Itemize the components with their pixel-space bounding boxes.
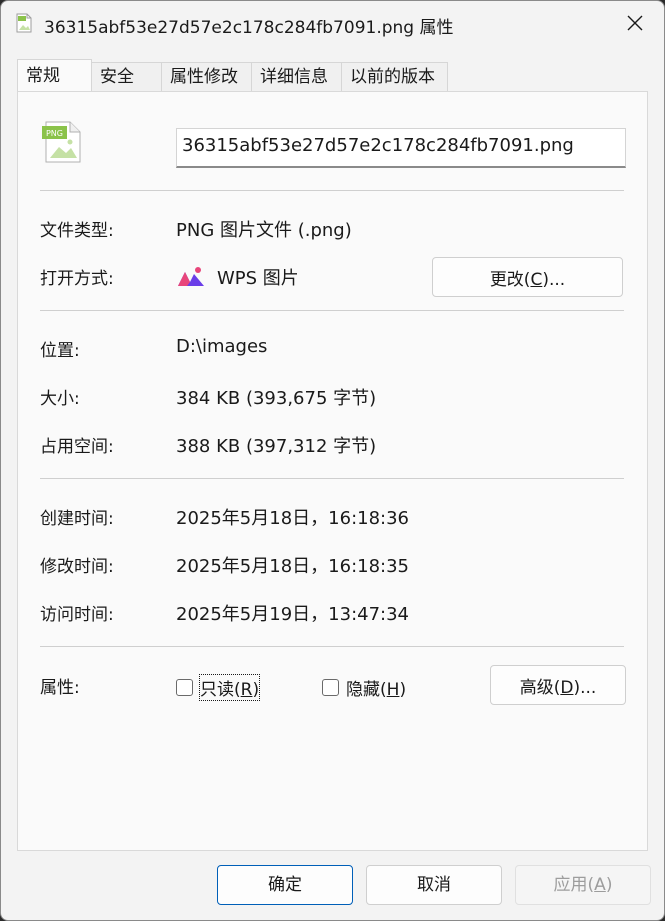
readonly-checkbox-box[interactable]: [176, 679, 193, 696]
modified-value: 2025年5月18日，16:18:35: [176, 556, 410, 577]
png-file-icon: PNG: [42, 121, 81, 163]
tab-details[interactable]: 详细信息: [251, 62, 342, 91]
separator: [40, 310, 624, 311]
created-label: 创建时间:: [40, 509, 114, 529]
open-with-value: WPS 图片: [217, 268, 299, 289]
accessed-label: 访问时间:: [40, 605, 114, 625]
apply-button-suffix: ): [605, 875, 613, 895]
tab-attribute-modify[interactable]: 属性修改: [161, 62, 252, 91]
modified-label: 修改时间:: [40, 557, 114, 577]
cancel-button[interactable]: 取消: [366, 865, 502, 905]
hidden-checkbox-label: 隐藏(H): [346, 675, 406, 700]
window-title: 36315abf53e27d57e2c178c284fb7091.png 属性: [44, 18, 454, 38]
location-value: D:\images: [176, 336, 268, 357]
size-value: 384 KB (393,675 字节): [176, 388, 377, 409]
png-file-icon: [16, 13, 32, 33]
hidden-access-key: H: [386, 680, 400, 700]
readonly-text: 只读(: [200, 680, 241, 700]
file-name-input[interactable]: 36315abf53e27d57e2c178c284fb7091.png: [176, 128, 626, 168]
hidden-suffix: ): [399, 680, 407, 700]
tab-general[interactable]: 常规: [17, 59, 92, 91]
change-access-key: C: [530, 269, 543, 290]
open-with-label: 打开方式:: [40, 269, 114, 289]
file-type-label: 文件类型:: [40, 221, 114, 241]
hidden-checkbox-box[interactable]: [322, 679, 339, 696]
change-button-label: 更改(: [489, 269, 531, 290]
separator: [40, 646, 624, 647]
separator: [40, 478, 624, 479]
title-bar: 36315abf53e27d57e2c178c284fb7091.png 属性: [1, 1, 664, 45]
disk-size-value: 388 KB (397,312 字节): [176, 436, 377, 457]
file-type-value: PNG 图片文件 (.png): [176, 220, 352, 241]
advanced-button-label: 高级(: [519, 677, 561, 698]
size-label: 大小:: [40, 389, 80, 409]
separator: [40, 190, 624, 191]
tab-security[interactable]: 安全: [91, 62, 162, 91]
location-label: 位置:: [40, 341, 80, 361]
apply-button[interactable]: 应用(A): [515, 865, 651, 905]
created-value: 2025年5月18日，16:18:36: [176, 508, 410, 529]
readonly-suffix: ): [252, 680, 260, 700]
accessed-value: 2025年5月19日，13:47:34: [176, 604, 410, 625]
advanced-access-key: D: [560, 677, 574, 698]
change-button[interactable]: 更改(C)...: [432, 257, 623, 297]
advanced-button-suffix: )...: [573, 677, 597, 698]
ok-button[interactable]: 确定: [217, 865, 353, 905]
png-badge-text: PNG: [46, 129, 63, 138]
disk-size-label: 占用空间:: [40, 437, 114, 457]
advanced-button[interactable]: 高级(D)...: [490, 665, 626, 705]
hidden-text: 隐藏(: [346, 680, 387, 700]
change-button-suffix: )...: [542, 269, 566, 290]
readonly-checkbox-label: 只读(R): [198, 674, 261, 701]
tab-previous-versions[interactable]: 以前的版本: [341, 62, 448, 91]
apply-access-key: A: [594, 875, 606, 895]
properties-dialog: 36315abf53e27d57e2c178c284fb7091.png 属性 …: [0, 0, 665, 921]
wps-image-icon: [178, 267, 204, 286]
close-button[interactable]: [606, 1, 664, 45]
attributes-label: 属性:: [40, 678, 80, 698]
apply-button-label: 应用(: [553, 875, 595, 895]
readonly-checkbox[interactable]: 只读(R): [176, 674, 261, 701]
hidden-checkbox[interactable]: 隐藏(H): [322, 675, 406, 700]
general-panel: PNG 36315abf53e27d57e2c178c284fb7091.png…: [17, 91, 648, 851]
close-icon: [627, 15, 643, 31]
readonly-access-key: R: [240, 680, 253, 700]
